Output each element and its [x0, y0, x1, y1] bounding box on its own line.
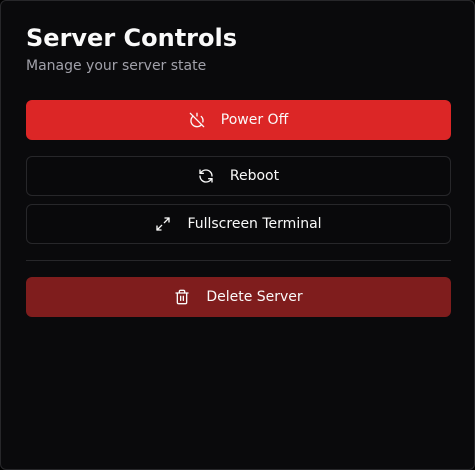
- panel-title: Server Controls: [26, 24, 238, 52]
- power-off-button[interactable]: Power Off: [26, 100, 451, 140]
- reboot-button[interactable]: Reboot: [26, 156, 451, 196]
- fullscreen-terminal-button[interactable]: Fullscreen Terminal: [26, 204, 451, 244]
- delete-server-button[interactable]: Delete Server: [26, 277, 451, 317]
- power-off-icon: [189, 112, 205, 128]
- trash-icon: [174, 289, 190, 305]
- reboot-label: Reboot: [229, 168, 280, 184]
- divider: [26, 260, 451, 261]
- server-controls-panel: Server Controls Manage your server state…: [0, 0, 475, 470]
- delete-server-label: Delete Server: [206, 289, 303, 305]
- panel-subtitle: Manage your server state: [26, 58, 207, 74]
- power-off-label: Power Off: [220, 112, 289, 128]
- fullscreen-terminal-label: Fullscreen Terminal: [187, 216, 322, 232]
- expand-icon: [155, 216, 171, 232]
- refresh-icon: [198, 168, 214, 184]
